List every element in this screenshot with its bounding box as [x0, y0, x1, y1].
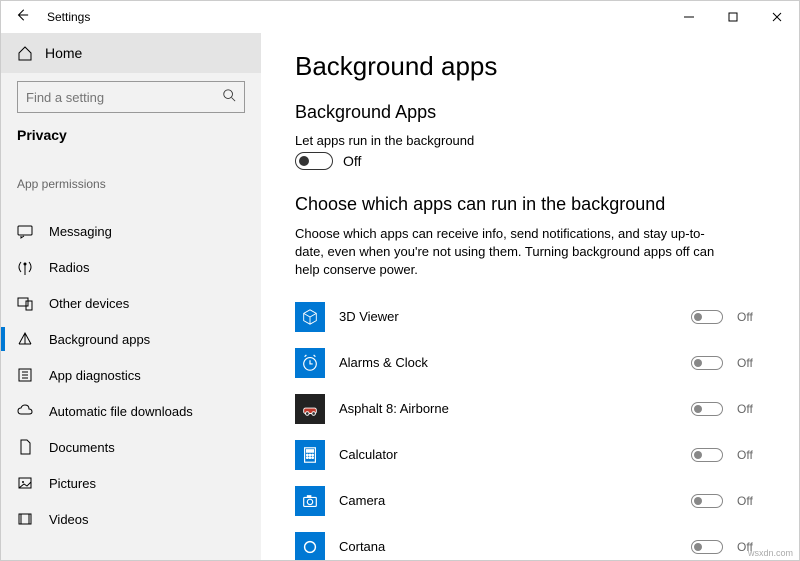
app-name: Asphalt 8: Airborne [339, 401, 677, 416]
sidebar-item-app-diagnostics[interactable]: App diagnostics [1, 357, 261, 393]
back-icon[interactable] [15, 8, 29, 27]
app-toggle-state: Off [737, 310, 765, 324]
app-row-asphalt: Asphalt 8: Airborne Off [295, 386, 765, 432]
sidebar-item-label: Videos [49, 512, 89, 527]
app-row-alarms: Alarms & Clock Off [295, 340, 765, 386]
sidebar-item-auto-downloads[interactable]: Automatic file downloads [1, 393, 261, 429]
app-toggle[interactable] [691, 448, 723, 462]
sidebar-item-label: App diagnostics [49, 368, 141, 383]
sidebar-item-label: Pictures [49, 476, 96, 491]
app-toggle-state: Off [737, 402, 765, 416]
app-toggle[interactable] [691, 310, 723, 324]
master-heading: Background Apps [295, 102, 765, 123]
app-row-3d-viewer: 3D Viewer Off [295, 294, 765, 340]
app-name: Calculator [339, 447, 677, 462]
3d-viewer-icon [295, 302, 325, 332]
sidebar-home-label: Home [45, 45, 82, 61]
app-toggle[interactable] [691, 356, 723, 370]
master-label: Let apps run in the background [295, 133, 765, 148]
app-toggle-state: Off [737, 448, 765, 462]
camera-icon [295, 486, 325, 516]
choose-description: Choose which apps can receive info, send… [295, 225, 715, 280]
diagnostics-icon [17, 367, 33, 383]
watermark: wsxdn.com [748, 548, 793, 558]
maximize-button[interactable] [711, 1, 755, 33]
sidebar-item-messaging[interactable]: Messaging [1, 213, 261, 249]
devices-icon [17, 295, 33, 311]
tasks-icon [17, 195, 33, 211]
sidebar-item-videos[interactable]: Videos [1, 501, 261, 537]
app-toggle-state: Off [737, 356, 765, 370]
sidebar-item-tasks[interactable]: Tasks [1, 195, 261, 213]
app-name: 3D Viewer [339, 309, 677, 324]
master-toggle[interactable] [295, 152, 333, 170]
app-toggle[interactable] [691, 402, 723, 416]
sidebar-group: App permissions [1, 169, 261, 195]
radios-icon [17, 259, 33, 275]
cloud-download-icon [17, 403, 33, 419]
sidebar-item-background-apps[interactable]: Background apps [1, 321, 261, 357]
search-input[interactable] [26, 90, 194, 105]
search-icon [222, 88, 236, 107]
cortana-icon [295, 532, 325, 560]
sidebar-item-label: Other devices [49, 296, 129, 311]
home-icon [17, 45, 33, 61]
sidebar-item-radios[interactable]: Radios [1, 249, 261, 285]
sidebar-item-label: Documents [49, 440, 115, 455]
background-apps-icon [17, 331, 33, 347]
sidebar-item-other-devices[interactable]: Other devices [1, 285, 261, 321]
sidebar-item-label: Radios [49, 260, 89, 275]
calculator-icon [295, 440, 325, 470]
close-button[interactable] [755, 1, 799, 33]
sidebar-section: Privacy [1, 121, 261, 157]
sidebar-item-label: Background apps [49, 332, 150, 347]
sidebar-item-label: Automatic file downloads [49, 404, 193, 419]
main-panel: Background apps Background Apps Let apps… [261, 33, 799, 560]
app-row-cortana: Cortana Off [295, 524, 765, 560]
documents-icon [17, 439, 33, 455]
page-title: Background apps [295, 51, 765, 82]
app-row-calculator: Calculator Off [295, 432, 765, 478]
sidebar-item-label: Messaging [49, 224, 112, 239]
sidebar-item-pictures[interactable]: Pictures [1, 465, 261, 501]
sidebar-item-documents[interactable]: Documents [1, 429, 261, 465]
app-toggle[interactable] [691, 494, 723, 508]
app-name: Alarms & Clock [339, 355, 677, 370]
asphalt-icon [295, 394, 325, 424]
search-box[interactable] [17, 81, 245, 113]
minimize-button[interactable] [667, 1, 711, 33]
pictures-icon [17, 475, 33, 491]
app-toggle[interactable] [691, 540, 723, 554]
app-toggle-state: Off [737, 494, 765, 508]
titlebar: Settings [1, 1, 799, 33]
sidebar: Home Privacy App permissions Tasks Messa… [1, 33, 261, 560]
app-name: Camera [339, 493, 677, 508]
choose-heading: Choose which apps can run in the backgro… [295, 194, 765, 215]
videos-icon [17, 511, 33, 527]
messaging-icon [17, 223, 33, 239]
alarms-icon [295, 348, 325, 378]
sidebar-home[interactable]: Home [1, 33, 261, 73]
window-title: Settings [47, 10, 90, 24]
app-name: Cortana [339, 539, 677, 554]
master-toggle-state: Off [343, 153, 361, 169]
app-row-camera: Camera Off [295, 478, 765, 524]
